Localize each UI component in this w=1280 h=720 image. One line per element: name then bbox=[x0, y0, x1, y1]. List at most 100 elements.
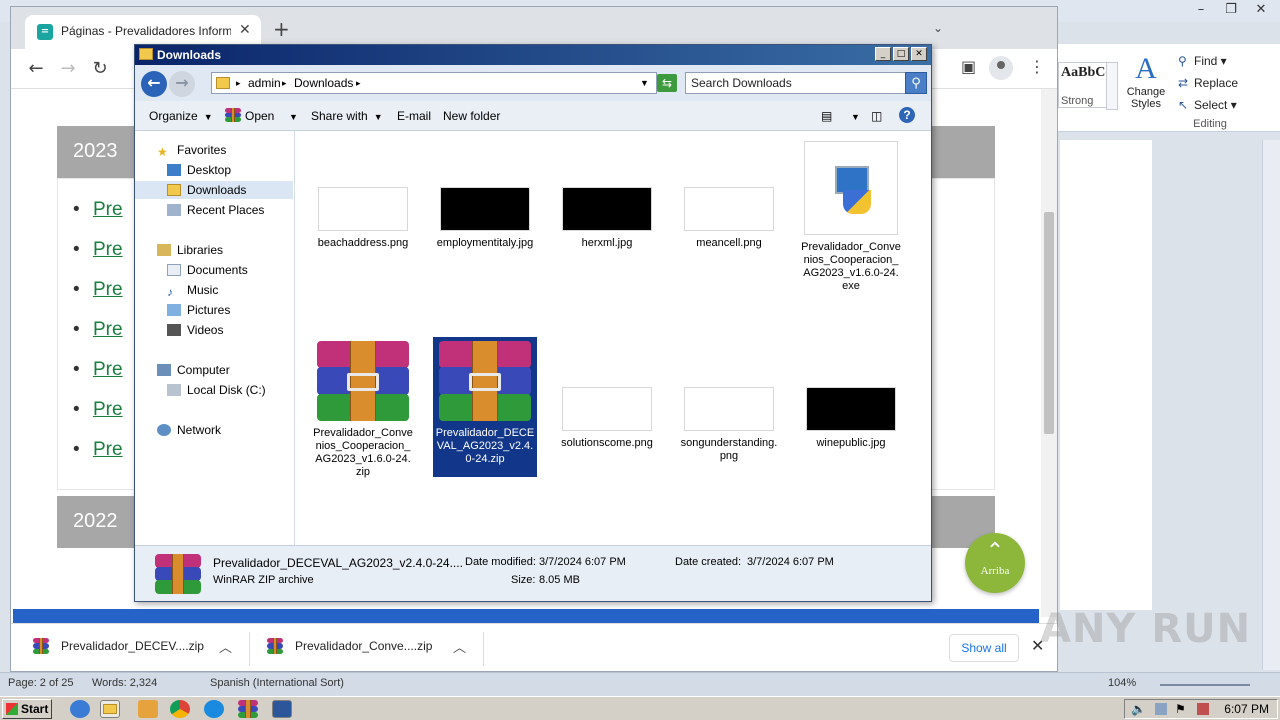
organize-button[interactable]: Organize ▼ bbox=[149, 109, 213, 123]
nav-videos[interactable]: Videos bbox=[167, 321, 223, 339]
file-item[interactable]: herxml.jpg bbox=[555, 187, 659, 250]
search-input[interactable]: Search Downloads bbox=[685, 72, 907, 94]
file-item[interactable]: songunderstanding.png bbox=[677, 387, 781, 463]
open-dropdown[interactable]: ▼ bbox=[283, 109, 298, 123]
chevron-right-icon[interactable]: ▸ bbox=[282, 78, 287, 89]
start-button[interactable]: Start bbox=[2, 699, 52, 719]
explorer-taskbar-icon[interactable] bbox=[100, 700, 120, 718]
restore-icon[interactable]: ❐ bbox=[1218, 2, 1244, 17]
chrome-icon[interactable] bbox=[170, 700, 190, 718]
reload-icon[interactable]: ↻ bbox=[89, 58, 111, 80]
menu-icon[interactable]: ⋮ bbox=[1029, 57, 1045, 76]
file-item[interactable]: Prevalidador_Convenios_Cooperacion_AG202… bbox=[799, 141, 903, 293]
page-count[interactable]: Page: 2 of 25 bbox=[8, 677, 73, 689]
change-styles-button[interactable]: A Change Styles bbox=[1122, 52, 1170, 118]
close-icon[interactable]: ✕ bbox=[911, 47, 927, 61]
select-button[interactable]: ↖ Select ▾ bbox=[1178, 96, 1278, 118]
views-dropdown[interactable]: ▼ bbox=[845, 109, 860, 123]
chevron-up-icon[interactable]: ︿ bbox=[453, 637, 466, 656]
nav-documents[interactable]: Documents bbox=[167, 261, 248, 279]
preview-pane-icon[interactable]: ◫ bbox=[871, 109, 882, 123]
profile-avatar[interactable] bbox=[989, 56, 1013, 80]
page-scrollbar-thumb[interactable] bbox=[1044, 212, 1054, 434]
email-button[interactable]: E-mail bbox=[397, 109, 431, 123]
edge-icon[interactable] bbox=[204, 700, 224, 718]
forward-icon[interactable]: → bbox=[169, 71, 195, 97]
volume-icon[interactable]: 🔈 bbox=[1131, 702, 1146, 716]
back-to-top-button[interactable]: ⌃ Arriba bbox=[965, 533, 1025, 593]
nav-computer[interactable]: Computer bbox=[157, 361, 230, 379]
prevalidador-link[interactable]: Pre bbox=[73, 439, 122, 461]
network-tray-icon[interactable] bbox=[1155, 703, 1167, 715]
share-with-button[interactable]: Share with ▼ bbox=[311, 109, 383, 123]
file-item[interactable]: solutionscome.png bbox=[555, 387, 659, 450]
chevron-right-icon[interactable]: ▸ bbox=[236, 78, 241, 89]
explorer-titlebar[interactable]: Downloads _ □ ✕ bbox=[135, 45, 931, 65]
open-button[interactable]: Open bbox=[245, 109, 274, 123]
zoom-level[interactable]: 104% bbox=[1108, 677, 1136, 689]
media-player-icon[interactable] bbox=[138, 700, 158, 718]
refresh-icon[interactable]: ⇆ bbox=[657, 74, 677, 92]
chevron-up-icon[interactable]: ︿ bbox=[219, 637, 232, 656]
breadcrumb-item[interactable]: admin bbox=[248, 76, 281, 90]
tab-search-icon[interactable]: ⌄ bbox=[933, 21, 943, 35]
breadcrumb-item[interactable]: Downloads bbox=[294, 76, 353, 90]
nav-pictures[interactable]: Pictures bbox=[167, 301, 230, 319]
zoom-slider[interactable] bbox=[1160, 684, 1250, 686]
back-icon[interactable]: ← bbox=[141, 71, 167, 97]
close-icon[interactable]: ✕ bbox=[1248, 2, 1274, 17]
nav-favorites[interactable]: ★ Favorites bbox=[157, 141, 226, 159]
search-icon[interactable]: ⚲ bbox=[905, 72, 927, 94]
file-item[interactable]: meancell.png bbox=[677, 187, 781, 250]
file-item[interactable]: employmentitaly.jpg bbox=[433, 187, 537, 250]
style-gallery-scroll[interactable] bbox=[1106, 62, 1118, 110]
winrar-icon[interactable] bbox=[238, 700, 258, 718]
new-folder-button[interactable]: New folder bbox=[443, 109, 500, 123]
chevron-down-icon[interactable]: ▼ bbox=[640, 78, 649, 88]
close-tab-icon[interactable]: ✕ bbox=[239, 22, 251, 38]
flag-icon[interactable]: ⚑ bbox=[1175, 702, 1186, 716]
nav-libraries[interactable]: Libraries bbox=[157, 241, 223, 259]
find-button[interactable]: ⚲ Find ▾ bbox=[1178, 52, 1278, 74]
prevalidador-link[interactable]: Pre bbox=[73, 279, 122, 301]
nav-music[interactable]: ♪ Music bbox=[167, 281, 218, 299]
minimize-icon[interactable]: – bbox=[1188, 2, 1214, 17]
file-item[interactable]: winepublic.jpg bbox=[799, 387, 903, 450]
back-icon[interactable]: ← bbox=[25, 58, 47, 80]
show-all-button[interactable]: Show all bbox=[949, 634, 1019, 662]
maximize-icon[interactable]: □ bbox=[893, 47, 909, 61]
new-tab-icon[interactable]: + bbox=[273, 19, 290, 39]
nav-downloads[interactable]: Downloads bbox=[135, 181, 293, 199]
nav-desktop[interactable]: Desktop bbox=[167, 161, 231, 179]
chevron-right-icon[interactable]: ▸ bbox=[356, 78, 361, 89]
forward-icon[interactable]: → bbox=[57, 58, 79, 80]
download-item[interactable]: Prevalidador_Conve....zip ︿ bbox=[267, 636, 467, 660]
style-gallery-item[interactable]: AaBbCcI Strong bbox=[1058, 62, 1108, 108]
replace-button[interactable]: ⇄ Replace bbox=[1178, 74, 1278, 96]
download-item[interactable]: Prevalidador_DECEV....zip ︿ bbox=[33, 636, 233, 660]
file-item-selected[interactable]: Prevalidador_DECEVAL_AG2023_v2.4.0-24.zi… bbox=[433, 337, 537, 477]
views-icon[interactable]: ▤ bbox=[821, 109, 832, 123]
nav-local-disk[interactable]: Local Disk (C:) bbox=[167, 381, 266, 399]
prevalidador-link[interactable]: Pre bbox=[73, 359, 122, 381]
nav-recent-places[interactable]: Recent Places bbox=[167, 201, 264, 219]
file-item[interactable]: Prevalidador_Convenios_Cooperacion_AG202… bbox=[311, 341, 415, 479]
security-tray-icon[interactable] bbox=[1197, 703, 1209, 715]
clock[interactable]: 6:07 PM bbox=[1224, 702, 1269, 716]
word-document-page[interactable] bbox=[1060, 140, 1152, 610]
minimize-icon[interactable]: _ bbox=[875, 47, 891, 61]
address-bar[interactable]: ▸ admin ▸ Downloads ▸ ▼ bbox=[211, 72, 657, 94]
ie-icon[interactable] bbox=[70, 700, 90, 718]
word-count[interactable]: Words: 2,324 bbox=[92, 677, 157, 689]
side-panel-icon[interactable]: ▣ bbox=[961, 57, 976, 76]
file-item[interactable]: beachaddress.png bbox=[311, 187, 415, 250]
prevalidador-link[interactable]: Pre bbox=[73, 239, 122, 261]
word-icon[interactable] bbox=[272, 700, 292, 718]
nav-network[interactable]: Network bbox=[157, 421, 221, 439]
prevalidador-link[interactable]: Pre bbox=[73, 199, 122, 221]
language-indicator[interactable]: Spanish (International Sort) bbox=[210, 677, 344, 689]
word-vertical-scrollbar[interactable] bbox=[1262, 140, 1280, 670]
prevalidador-link[interactable]: Pre bbox=[73, 319, 122, 341]
help-icon[interactable]: ? bbox=[899, 107, 915, 123]
prevalidador-link[interactable]: Pre bbox=[73, 399, 122, 421]
